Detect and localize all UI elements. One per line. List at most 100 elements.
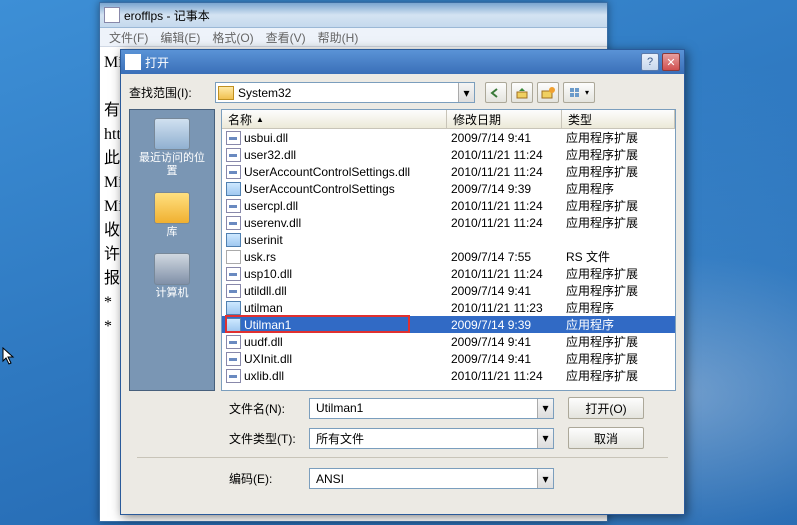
- file-row[interactable]: usbui.dll 2009/7/14 9:41应用程序扩展: [222, 129, 675, 146]
- notepad-title-text: erofflps - 记事本: [124, 7, 210, 24]
- close-button[interactable]: ✕: [662, 53, 680, 71]
- file-date: 2010/11/21 11:24: [447, 148, 562, 162]
- file-type: 应用程序扩展: [562, 129, 675, 146]
- file-row[interactable]: userinit: [222, 231, 675, 248]
- filename-input[interactable]: Utilman1 ▾: [309, 398, 554, 419]
- file-row[interactable]: UserAccountControlSettings2009/7/14 9:39…: [222, 180, 675, 197]
- places-label: 库: [167, 226, 178, 239]
- filename-label: 文件名(N):: [229, 400, 309, 417]
- file-icon: [226, 165, 241, 179]
- menu-item[interactable]: 编辑(E): [155, 29, 205, 46]
- file-icon: [226, 148, 241, 162]
- file-row[interactable]: UXInit.dll 2009/7/14 9:41应用程序扩展: [222, 350, 675, 367]
- file-name: userenv.dll: [244, 216, 301, 230]
- back-button[interactable]: [485, 82, 507, 103]
- file-date: 2009/7/14 9:39: [447, 182, 562, 196]
- file-icon: [226, 233, 241, 247]
- column-type[interactable]: 类型: [562, 110, 675, 128]
- file-icon: [226, 352, 241, 366]
- places-bar: 最近访问的位置库计算机: [129, 109, 215, 391]
- help-button[interactable]: ?: [641, 53, 659, 71]
- file-row[interactable]: uxlib.dll2010/11/21 11:24应用程序扩展: [222, 367, 675, 384]
- file-date: 2010/11/21 11:24: [447, 267, 562, 281]
- places-label: 最近访问的位置: [139, 152, 205, 178]
- filetype-combobox[interactable]: 所有文件 ▾: [309, 428, 554, 449]
- chevron-down-icon[interactable]: ▾: [458, 83, 474, 102]
- file-type: 应用程序扩展: [562, 350, 675, 367]
- view-menu-button[interactable]: ▾: [563, 82, 595, 103]
- file-name: uudf.dll: [244, 335, 283, 349]
- file-name: usk.rs: [244, 250, 276, 264]
- places-item-lib[interactable]: 库: [154, 192, 190, 239]
- encoding-combobox[interactable]: ANSI ▾: [309, 468, 554, 489]
- file-date: 2009/7/14 9:39: [447, 318, 562, 332]
- file-date: 2010/11/21 11:24: [447, 369, 562, 383]
- encoding-label: 编码(E):: [229, 470, 309, 487]
- file-name: UXInit.dll: [244, 352, 292, 366]
- sort-asc-icon: ▲: [256, 115, 264, 124]
- places-label: 计算机: [156, 287, 189, 300]
- dialog-title-text: 打开: [145, 54, 169, 71]
- file-name: usbui.dll: [244, 131, 288, 145]
- file-date: 2009/7/14 9:41: [447, 335, 562, 349]
- look-in-label: 查找范围(I):: [129, 84, 215, 101]
- file-date: 2009/7/14 9:41: [447, 284, 562, 298]
- dialog-titlebar[interactable]: 打开 ? ✕: [121, 50, 684, 74]
- file-row[interactable]: UserAccountControlSettings.dll2010/11/21…: [222, 163, 675, 180]
- chevron-down-icon[interactable]: ▾: [537, 469, 553, 488]
- notepad-menubar[interactable]: 文件(F)编辑(E)格式(O)查看(V)帮助(H): [100, 28, 607, 47]
- up-button[interactable]: [511, 82, 533, 103]
- file-row[interactable]: user32.dll2010/11/21 11:24应用程序扩展: [222, 146, 675, 163]
- file-row[interactable]: utildll.dll2009/7/14 9:41应用程序扩展: [222, 282, 675, 299]
- places-item-pc[interactable]: 计算机: [154, 253, 190, 300]
- cancel-button[interactable]: 取消: [568, 427, 644, 449]
- file-icon: [226, 182, 241, 196]
- menu-item[interactable]: 帮助(H): [313, 29, 364, 46]
- file-icon: [226, 284, 241, 298]
- file-type: 应用程序扩展: [562, 265, 675, 282]
- column-date[interactable]: 修改日期: [447, 110, 562, 128]
- file-name: utilman: [244, 301, 283, 315]
- file-type: 应用程序: [562, 299, 675, 316]
- file-icon: [226, 267, 241, 281]
- places-item-recent[interactable]: 最近访问的位置: [139, 118, 205, 178]
- separator: [137, 457, 668, 458]
- look-in-combobox[interactable]: System32 ▾: [215, 82, 475, 103]
- menu-item[interactable]: 查看(V): [261, 29, 311, 46]
- mouse-cursor: [2, 347, 16, 367]
- file-name: utildll.dll: [244, 284, 287, 298]
- notepad-titlebar[interactable]: erofflps - 记事本: [100, 3, 607, 28]
- notepad-icon: [104, 7, 120, 23]
- file-row[interactable]: uudf.dll2009/7/14 9:41应用程序扩展: [222, 333, 675, 350]
- file-date: 2009/7/14 9:41: [447, 352, 562, 366]
- file-date: 2010/11/21 11:24: [447, 165, 562, 179]
- new-folder-button[interactable]: [537, 82, 559, 103]
- chevron-down-icon[interactable]: ▾: [537, 399, 553, 418]
- file-date: 2010/11/21 11:24: [447, 216, 562, 230]
- file-row[interactable]: usercpl.dll2010/11/21 11:24应用程序扩展: [222, 197, 675, 214]
- file-date: 2009/7/14 9:41: [447, 131, 562, 145]
- menu-item[interactable]: 格式(O): [207, 29, 258, 46]
- menu-item[interactable]: 文件(F): [104, 29, 153, 46]
- file-list[interactable]: 名称▲ 修改日期 类型 usbui.dll2009/7/14 9:41应用程序扩…: [221, 109, 676, 391]
- file-row[interactable]: Utilman12009/7/14 9:39应用程序: [222, 316, 675, 333]
- file-type: 应用程序扩展: [562, 197, 675, 214]
- file-icon: [226, 199, 241, 213]
- file-row[interactable]: userenv.dll 2010/11/21 11:24应用程序扩展: [222, 214, 675, 231]
- file-type: 应用程序扩展: [562, 163, 675, 180]
- file-icon: [226, 131, 241, 145]
- file-icon: [226, 335, 241, 349]
- file-row[interactable]: usp10.dll2010/11/21 11:24应用程序扩展: [222, 265, 675, 282]
- file-date: 2009/7/14 7:55: [447, 250, 562, 264]
- file-type: 应用程序: [562, 180, 675, 197]
- file-type: 应用程序扩展: [562, 214, 675, 231]
- chevron-down-icon[interactable]: ▾: [537, 429, 553, 448]
- file-row[interactable]: utilman2010/11/21 11:23应用程序: [222, 299, 675, 316]
- file-list-header[interactable]: 名称▲ 修改日期 类型: [222, 110, 675, 129]
- file-icon: [226, 250, 241, 264]
- file-name: user32.dll: [244, 148, 296, 162]
- column-name[interactable]: 名称▲: [222, 110, 447, 128]
- file-type: RS 文件: [562, 248, 675, 265]
- open-button[interactable]: 打开(O): [568, 397, 644, 419]
- file-row[interactable]: usk.rs 2009/7/14 7:55RS 文件: [222, 248, 675, 265]
